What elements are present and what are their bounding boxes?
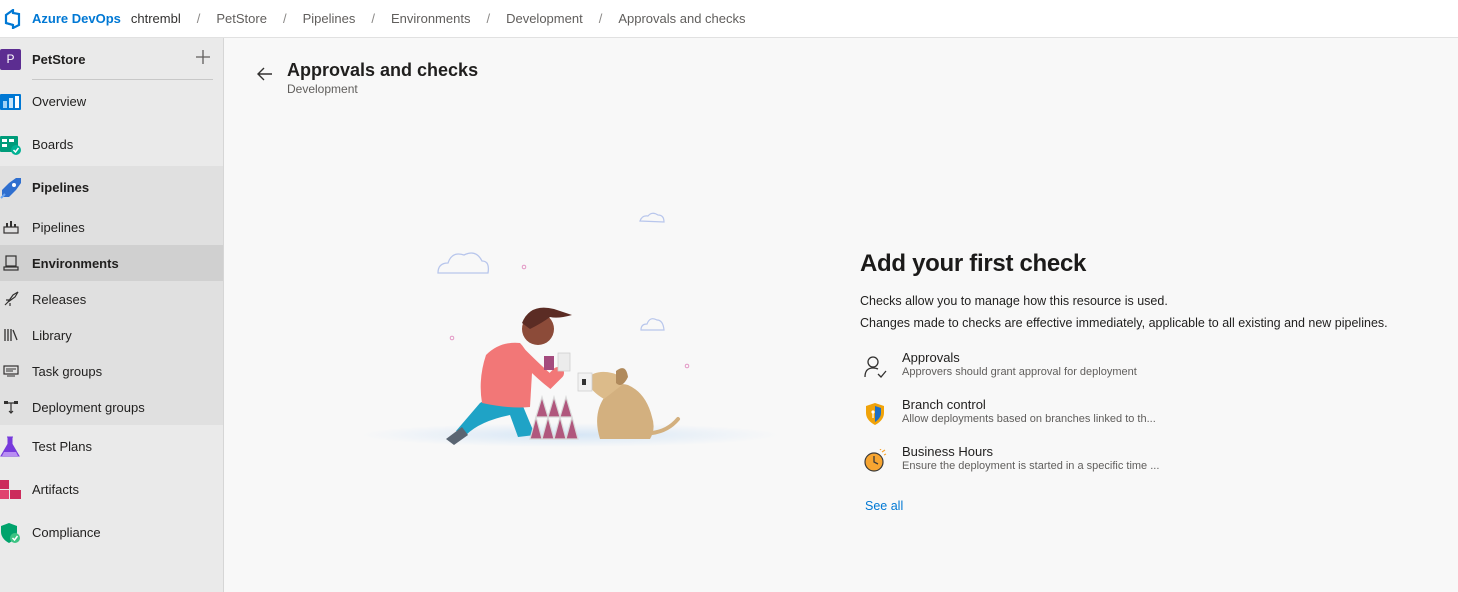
artifacts-icon [0,479,22,501]
sidebar-item-releases[interactable]: Releases [0,281,223,317]
breadcrumb-separator: / [196,11,201,26]
sidebar-item-label: Environments [32,255,119,271]
empty-state-illustration [360,203,780,453]
check-option-description: Allow deployments based on branches link… [902,413,1156,425]
breadcrumb-separator: / [598,11,603,26]
breadcrumb-separator: / [486,11,491,26]
sidebar-item-label: Test Plans [32,439,92,454]
sidebar-item-deployment-groups[interactable]: Deployment groups [0,389,223,425]
check-option-title: Branch control [902,397,986,412]
sidebar-item-boards[interactable]: Boards [0,123,223,166]
breadcrumb-project[interactable]: PetStore [216,11,267,26]
sidebar-item-label: Task groups [32,363,103,379]
plus-icon[interactable] [195,48,211,68]
page-title: Approvals and checks [287,60,479,80]
test-plans-icon [0,436,22,458]
sidebar-item-pipelines[interactable]: Pipelines [0,166,223,209]
check-options-list: Approvals Approvers should grant approva… [860,350,1440,491]
breadcrumb-org[interactable]: chtrembl [131,11,181,26]
task-groups-icon [2,362,20,380]
sidebar-item-compliance[interactable]: Compliance [0,511,223,554]
sidebar: P PetStore Overview Boards Pipelines Pip… [0,38,224,592]
project-header[interactable]: P PetStore [0,38,223,80]
overview-icon [0,91,22,113]
sidebar-item-artifacts[interactable]: Artifacts [0,468,223,511]
sidebar-item-label: Pipelines [32,180,90,195]
sidebar-item-pipelines-list[interactable]: Pipelines [0,209,223,245]
releases-icon [2,290,20,308]
empty-state-description: Checks allow you to manage how this reso… [860,294,1168,308]
breadcrumb-pipelines[interactable]: Pipelines [303,11,356,26]
page-subtitle: Development [287,82,358,96]
breadcrumb-separator: / [371,11,375,26]
sidebar-item-label: Artifacts [32,482,79,497]
boards-icon [0,134,22,156]
sidebar-item-environments[interactable]: Environments [0,245,223,281]
empty-state-panel: Add your first check Checks allow you to… [860,250,1440,515]
branch-control-icon [862,401,888,427]
main-content: Approvals and checks Development Add you… [225,38,1458,592]
empty-state-heading: Add your first check [860,250,1087,277]
sidebar-item-test-plans[interactable]: Test Plans [0,425,223,468]
compliance-icon [0,522,22,544]
check-option-branch-control[interactable]: Branch control Allow deployments based o… [860,397,1440,444]
azure-devops-logo-icon[interactable] [2,7,26,31]
check-option-description: Approvers should grant approval for depl… [902,366,1137,378]
sidebar-item-label: Pipelines [32,219,85,235]
sidebar-item-label: Releases [32,291,87,307]
deployment-groups-icon [2,398,20,416]
check-option-title: Approvals [902,350,960,365]
sidebar-item-label: Compliance [32,525,101,540]
sidebar-item-overview[interactable]: Overview [0,80,223,123]
back-arrow-icon[interactable] [255,64,275,84]
empty-state-description-secondary: Changes made to checks are effective imm… [860,316,1388,330]
breadcrumb-current[interactable]: Approvals and checks [618,11,745,26]
pipelines-sub-icon [2,218,20,236]
check-option-business-hours[interactable]: Business Hours Ensure the deployment is … [860,444,1440,491]
see-all-link[interactable]: See all [865,499,903,513]
breadcrumb-separator: / [282,11,287,26]
breadcrumb-development[interactable]: Development [506,11,583,26]
environments-icon [2,254,20,272]
sidebar-item-library[interactable]: Library [0,317,223,353]
pipelines-icon [0,177,22,199]
sidebar-item-label: Library [32,327,72,343]
brand-link[interactable]: Azure DevOps [32,11,121,26]
project-avatar: P [0,48,21,70]
sidebar-item-task-groups[interactable]: Task groups [0,353,223,389]
sidebar-item-label: Overview [32,94,87,109]
check-option-approvals[interactable]: Approvals Approvers should grant approva… [860,350,1440,397]
business-hours-icon [862,448,888,474]
breadcrumb-environments[interactable]: Environments [391,11,470,26]
approvals-icon [862,354,888,380]
check-option-description: Ensure the deployment is started in a sp… [902,460,1160,472]
sidebar-item-label: Deployment groups [32,399,145,415]
check-option-title: Business Hours [902,444,994,459]
project-name[interactable]: PetStore [32,52,85,67]
pipelines-section: Pipelines Pipelines Environments Release… [0,166,223,425]
library-icon [2,326,20,344]
sidebar-item-label: Boards [32,137,74,152]
top-bar: Azure DevOps chtrembl / PetStore / Pipel… [0,0,1458,38]
